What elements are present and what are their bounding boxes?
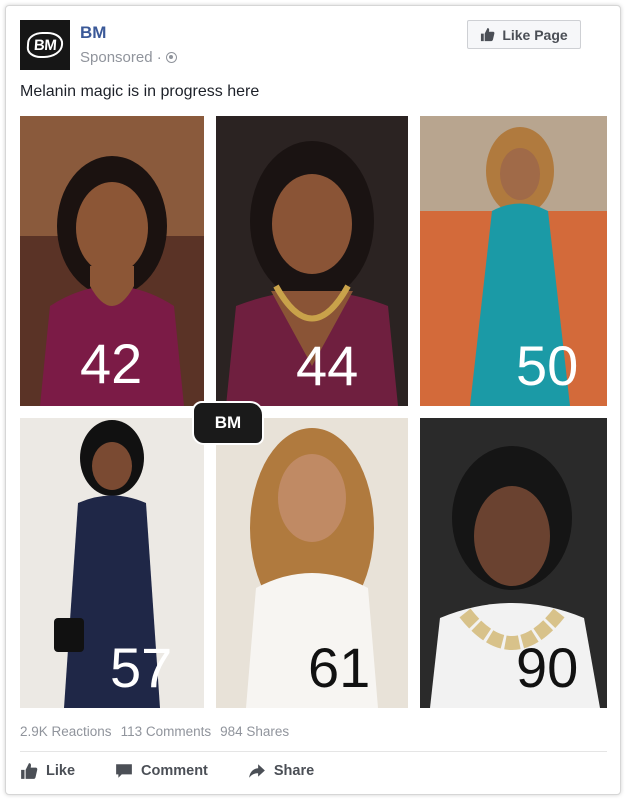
photo-tile-42: 42 — [20, 116, 204, 406]
photo-tile-57: 57 — [20, 418, 204, 708]
post-actions-bar: Like Comment Share — [20, 762, 354, 780]
comment-icon — [116, 764, 132, 778]
shares-count[interactable]: 984 Shares — [220, 724, 289, 739]
comments-count[interactable]: 113 Comments — [121, 724, 212, 739]
bm-logo: BM — [25, 32, 65, 58]
globe-icon — [165, 52, 177, 63]
bm-overlay-logo: BM — [192, 401, 264, 445]
divider — [20, 751, 607, 752]
portrait-woman-image — [420, 418, 607, 708]
photo-tile-90: 90 — [420, 418, 607, 708]
sponsored-info: Sponsored · — [80, 49, 177, 66]
portrait-woman-image — [420, 116, 607, 406]
page-avatar[interactable]: BM — [20, 20, 70, 70]
like-button[interactable]: Like — [20, 762, 75, 780]
share-label: Share — [273, 763, 315, 779]
share-button[interactable]: Share — [248, 762, 314, 780]
engagement-stats: 2.9K Reactions 113 Comments 984 Shares — [20, 724, 289, 739]
age-label: 90 — [516, 636, 579, 699]
comment-label: Comment — [141, 763, 208, 779]
age-label: 61 — [308, 636, 371, 699]
page-name-link[interactable]: BM — [80, 23, 106, 43]
photo-tile-44: 44 — [216, 116, 408, 406]
like-page-label: Like Page — [502, 26, 568, 43]
thumbs-up-icon — [21, 763, 38, 779]
like-page-button[interactable]: Like Page — [467, 20, 581, 49]
post-text: Melanin magic is in progress here — [20, 83, 260, 100]
photo-tile-50: 50 — [420, 116, 607, 406]
reactions-count[interactable]: 2.9K Reactions — [20, 724, 112, 739]
post-photo[interactable]: 42 44 50 57 61 90 BM — [20, 116, 607, 708]
age-label: 42 — [80, 332, 143, 395]
sponsored-post-card: BM BM Sponsored · Like Page Melanin magi… — [5, 5, 621, 795]
age-label: 50 — [516, 334, 579, 397]
thumbs-up-icon — [481, 27, 495, 42]
comment-button[interactable]: Comment — [115, 762, 208, 780]
sponsored-label: Sponsored · — [80, 49, 162, 66]
photo-tile-61: 61 — [216, 418, 408, 708]
age-label: 57 — [110, 636, 173, 699]
like-label: Like — [46, 763, 76, 779]
age-label: 44 — [296, 334, 359, 397]
share-arrow-icon — [249, 764, 265, 778]
